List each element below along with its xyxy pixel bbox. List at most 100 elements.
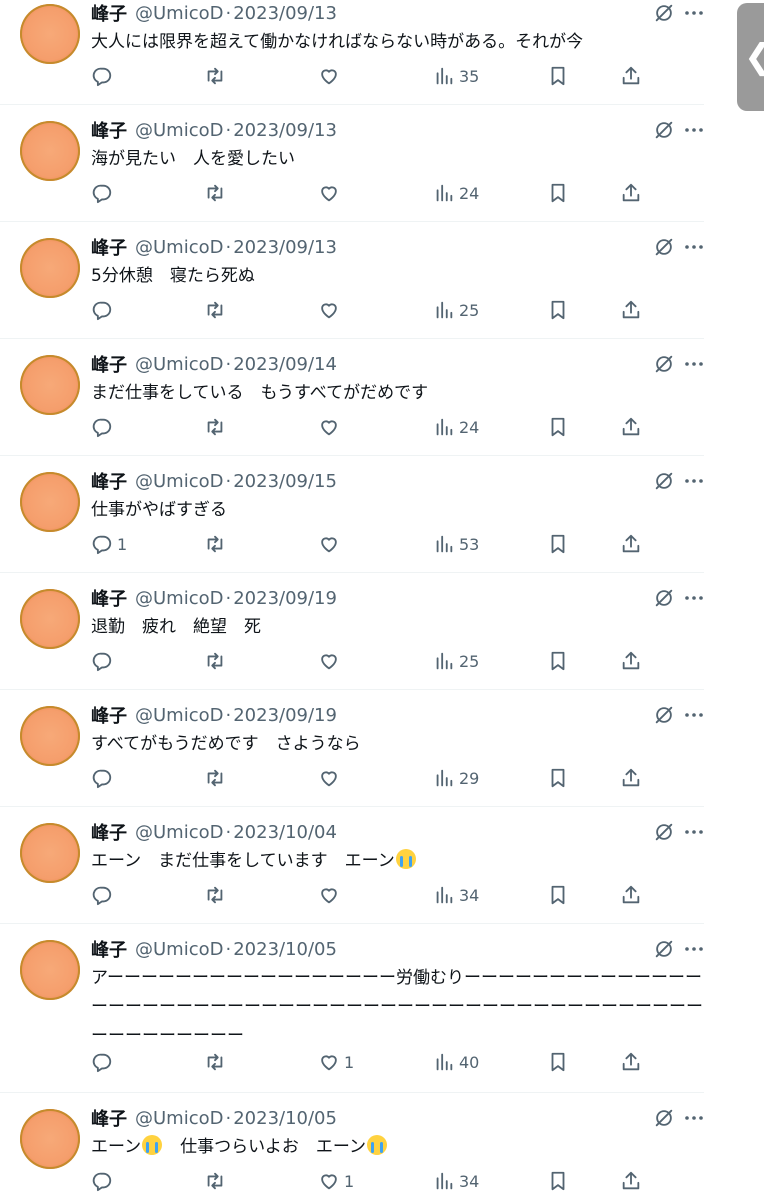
display-name[interactable]: 峰子 xyxy=(91,819,127,845)
tweet-date[interactable]: 2023/10/04 xyxy=(233,822,337,843)
share-button[interactable] xyxy=(620,63,642,89)
more-options-icon[interactable] xyxy=(684,1107,704,1129)
bookmark-button[interactable] xyxy=(547,63,569,89)
bookmark-button[interactable] xyxy=(547,765,569,791)
avatar[interactable] xyxy=(20,706,80,766)
grok-icon[interactable] xyxy=(653,2,675,24)
bookmark-button[interactable] xyxy=(547,297,569,323)
bookmark-button[interactable] xyxy=(547,180,569,206)
grok-icon[interactable] xyxy=(653,470,675,492)
tweet[interactable]: 峰子 @UmicoD · 2023/10/05 エーン 仕事つらいよお エーン … xyxy=(0,1105,704,1200)
grok-icon[interactable] xyxy=(653,587,675,609)
bookmark-button[interactable] xyxy=(547,414,569,440)
views-button[interactable]: 34 xyxy=(433,882,479,908)
more-options-icon[interactable] xyxy=(684,119,704,141)
reply-button[interactable] xyxy=(91,63,117,89)
bookmark-button[interactable] xyxy=(547,1049,569,1075)
user-handle[interactable]: @UmicoD xyxy=(135,237,223,258)
grok-icon[interactable] xyxy=(653,236,675,258)
user-handle[interactable]: @UmicoD xyxy=(135,939,223,960)
tweet-date[interactable]: 2023/09/13 xyxy=(233,120,337,141)
tweet-date[interactable]: 2023/09/13 xyxy=(233,237,337,258)
display-name[interactable]: 峰子 xyxy=(91,117,127,143)
reply-button[interactable] xyxy=(91,1168,117,1194)
display-name[interactable]: 峰子 xyxy=(91,351,127,377)
bookmark-button[interactable] xyxy=(547,882,569,908)
display-name[interactable]: 峰子 xyxy=(91,0,127,26)
grok-icon[interactable] xyxy=(653,353,675,375)
avatar[interactable] xyxy=(20,472,80,532)
avatar[interactable] xyxy=(20,823,80,883)
retweet-button[interactable] xyxy=(204,1168,226,1194)
retweet-button[interactable] xyxy=(204,297,226,323)
tweet-date[interactable]: 2023/09/15 xyxy=(233,471,337,492)
user-handle[interactable]: @UmicoD xyxy=(135,705,223,726)
reply-button[interactable] xyxy=(91,882,117,908)
like-button[interactable] xyxy=(318,414,344,440)
views-button[interactable]: 53 xyxy=(433,531,479,557)
share-button[interactable] xyxy=(620,1168,642,1194)
views-button[interactable]: 24 xyxy=(433,180,479,206)
tweet[interactable]: 峰子 @UmicoD · 2023/10/05 アーーーーーーーーーーーーーーー… xyxy=(0,936,704,1093)
reply-button[interactable] xyxy=(91,1049,117,1075)
share-button[interactable] xyxy=(620,414,642,440)
retweet-button[interactable] xyxy=(204,1049,226,1075)
tweet-date[interactable]: 2023/10/05 xyxy=(233,1108,337,1129)
share-button[interactable] xyxy=(620,765,642,791)
bookmark-button[interactable] xyxy=(547,1168,569,1194)
bookmark-button[interactable] xyxy=(547,648,569,674)
side-panel-handle[interactable]: ❮ xyxy=(737,3,764,111)
display-name[interactable]: 峰子 xyxy=(91,1105,127,1131)
reply-button[interactable] xyxy=(91,180,117,206)
reply-button[interactable]: 1 xyxy=(91,531,127,557)
share-button[interactable] xyxy=(620,297,642,323)
views-button[interactable]: 25 xyxy=(433,297,479,323)
views-button[interactable]: 40 xyxy=(433,1049,479,1075)
display-name[interactable]: 峰子 xyxy=(91,468,127,494)
grok-icon[interactable] xyxy=(653,1107,675,1129)
grok-icon[interactable] xyxy=(653,119,675,141)
like-button[interactable] xyxy=(318,63,344,89)
display-name[interactable]: 峰子 xyxy=(91,585,127,611)
user-handle[interactable]: @UmicoD xyxy=(135,354,223,375)
user-handle[interactable]: @UmicoD xyxy=(135,120,223,141)
more-options-icon[interactable] xyxy=(684,821,704,843)
avatar[interactable] xyxy=(20,589,80,649)
reply-button[interactable] xyxy=(91,414,117,440)
like-button[interactable] xyxy=(318,882,344,908)
user-handle[interactable]: @UmicoD xyxy=(135,588,223,609)
more-options-icon[interactable] xyxy=(684,236,704,258)
reply-button[interactable] xyxy=(91,765,117,791)
share-button[interactable] xyxy=(620,1049,642,1075)
avatar[interactable] xyxy=(20,238,80,298)
avatar[interactable] xyxy=(20,4,80,64)
user-handle[interactable]: @UmicoD xyxy=(135,822,223,843)
avatar[interactable] xyxy=(20,940,80,1000)
tweet[interactable]: 峰子 @UmicoD · 2023/09/14 まだ仕事をしている もうすべてが… xyxy=(0,351,704,456)
display-name[interactable]: 峰子 xyxy=(91,702,127,728)
tweet[interactable]: 峰子 @UmicoD · 2023/09/19 退勤 疲れ 絶望 死 25 xyxy=(0,585,704,690)
user-handle[interactable]: @UmicoD xyxy=(135,3,223,24)
user-handle[interactable]: @UmicoD xyxy=(135,471,223,492)
tweet-date[interactable]: 2023/10/05 xyxy=(233,939,337,960)
tweet-date[interactable]: 2023/09/19 xyxy=(233,705,337,726)
grok-icon[interactable] xyxy=(653,821,675,843)
display-name[interactable]: 峰子 xyxy=(91,234,127,260)
share-button[interactable] xyxy=(620,531,642,557)
share-button[interactable] xyxy=(620,180,642,206)
views-button[interactable]: 25 xyxy=(433,648,479,674)
tweet-date[interactable]: 2023/09/14 xyxy=(233,354,337,375)
tweet-date[interactable]: 2023/09/19 xyxy=(233,588,337,609)
grok-icon[interactable] xyxy=(653,938,675,960)
tweet[interactable]: 峰子 @UmicoD · 2023/09/19 すべてがもうだめです さようなら xyxy=(0,702,704,807)
tweet[interactable]: 峰子 @UmicoD · 2023/09/13 海が見たい 人を愛したい 24 xyxy=(0,117,704,222)
retweet-button[interactable] xyxy=(204,882,226,908)
display-name[interactable]: 峰子 xyxy=(91,936,127,962)
avatar[interactable] xyxy=(20,355,80,415)
more-options-icon[interactable] xyxy=(684,470,704,492)
more-options-icon[interactable] xyxy=(684,2,704,24)
tweet[interactable]: 峰子 @UmicoD · 2023/09/13 5分休憩 寝たら死ぬ 25 xyxy=(0,234,704,339)
retweet-button[interactable] xyxy=(204,180,226,206)
user-handle[interactable]: @UmicoD xyxy=(135,1108,223,1129)
more-options-icon[interactable] xyxy=(684,353,704,375)
